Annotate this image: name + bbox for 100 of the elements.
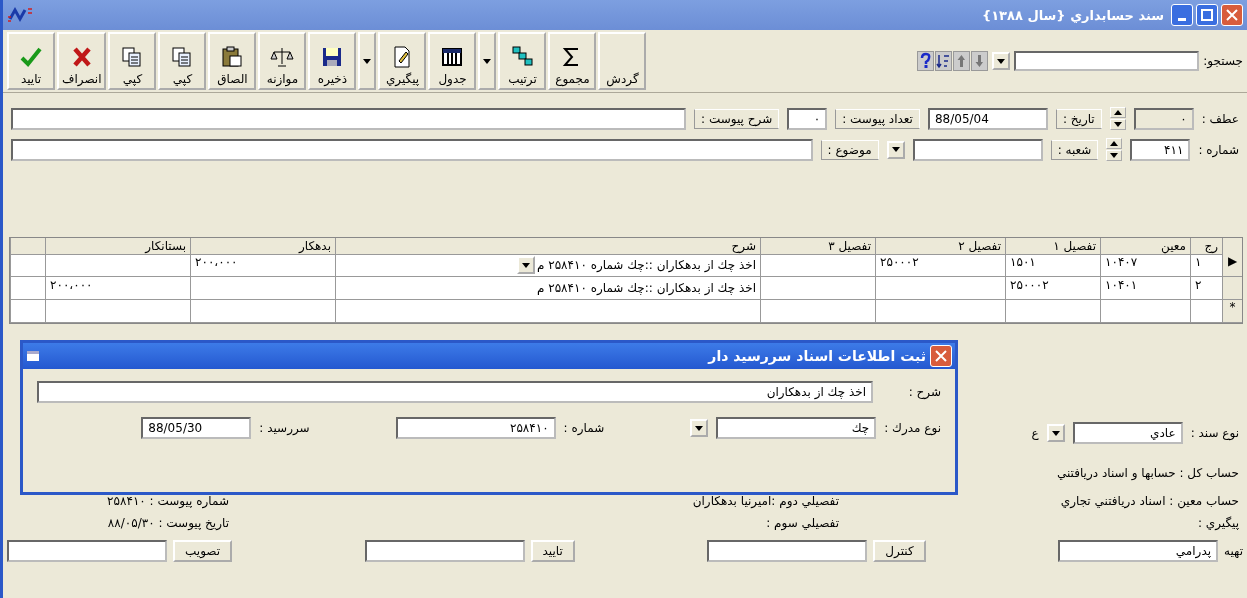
window-icon bbox=[26, 350, 40, 362]
text-field[interactable]: 88/05/04 bbox=[927, 107, 1048, 130]
spin-up-button[interactable] bbox=[1109, 107, 1126, 118]
text-field[interactable]: اخذ چك از بدهكاران bbox=[37, 381, 873, 403]
toolbar-button[interactable]: مجموع bbox=[548, 32, 597, 90]
column-header[interactable]: شرح bbox=[335, 238, 760, 255]
help-icon[interactable] bbox=[917, 51, 935, 71]
table-cell: ۲۰۰،۰۰۰ bbox=[190, 254, 335, 277]
dropdown-button[interactable] bbox=[516, 256, 535, 274]
field-label: سررسيد : bbox=[259, 421, 310, 435]
text-field[interactable] bbox=[11, 107, 687, 130]
table-cell: ۲ bbox=[1190, 277, 1222, 300]
toolbar-button[interactable]: تاييد bbox=[7, 32, 55, 90]
caret-icon bbox=[1051, 430, 1060, 436]
window-title: سند حسابداري {سال ۱۳۸۸} bbox=[981, 7, 1164, 23]
field-label: نوع سند : bbox=[1190, 426, 1239, 440]
caret-icon bbox=[363, 58, 372, 64]
info-text: تفصيلي سوم : bbox=[766, 516, 839, 530]
close-icon bbox=[1226, 9, 1238, 21]
table-cell: ۱۰۴۰۱ bbox=[1100, 277, 1190, 300]
info-text: تفصيلي دوم :اميرنيا بدهکاران bbox=[692, 494, 839, 508]
table-cell bbox=[10, 277, 45, 300]
account-text: حساب کل : حسابها و اسناد دريافتني bbox=[1056, 466, 1239, 480]
info-text: حساب معين : اسناد دريافتني تجاري bbox=[1060, 494, 1239, 508]
table-cell: اخذ چك از بدهكاران ::چك شماره ۲۵۸۴۱۰ م bbox=[335, 254, 760, 277]
dropdown-button[interactable] bbox=[1046, 424, 1065, 442]
info-text: پيگيري : bbox=[1197, 516, 1239, 530]
close-button[interactable] bbox=[930, 345, 952, 367]
text-field[interactable] bbox=[912, 138, 1043, 161]
caret-icon bbox=[521, 262, 530, 268]
caret-icon bbox=[891, 147, 900, 152]
text-field[interactable]: ۴۱۱ bbox=[1130, 138, 1191, 161]
header-cell bbox=[10, 238, 45, 255]
table-cell bbox=[10, 254, 45, 277]
clipboard-icon bbox=[220, 45, 245, 69]
close-button[interactable] bbox=[1221, 4, 1243, 26]
field-label: تهيه bbox=[1224, 544, 1243, 558]
text-field[interactable]: ۲۵۸۴۱۰ bbox=[395, 417, 556, 439]
dropdown-button[interactable] bbox=[690, 419, 709, 437]
table-cell: ۲۰۰،۰۰۰ bbox=[45, 277, 190, 300]
column-header[interactable]: بدهکار bbox=[190, 238, 335, 255]
row-marker[interactable] bbox=[1222, 277, 1242, 300]
column-header[interactable]: تفصيل ۳ bbox=[760, 238, 875, 255]
table-cell bbox=[10, 300, 45, 323]
toolbar-button[interactable]: الصاق bbox=[208, 32, 257, 90]
stack-icon bbox=[510, 45, 535, 69]
footer-button[interactable]: تصويب bbox=[173, 540, 233, 562]
close-icon bbox=[935, 350, 947, 362]
check-icon bbox=[19, 45, 43, 69]
spin-up-button[interactable] bbox=[1106, 138, 1123, 149]
scale-icon bbox=[270, 45, 295, 69]
column-header[interactable]: بستانکار bbox=[45, 238, 190, 255]
toolbar-button[interactable]: کپي bbox=[108, 32, 157, 90]
table-cell bbox=[1190, 300, 1222, 323]
toolbar-button[interactable]: گردش bbox=[598, 32, 647, 90]
column-header[interactable]: معين bbox=[1100, 238, 1190, 255]
spin-down-button[interactable] bbox=[1109, 119, 1126, 130]
text-field[interactable] bbox=[707, 540, 868, 562]
text-field[interactable]: چك bbox=[716, 417, 877, 439]
maximize-button[interactable] bbox=[1196, 4, 1218, 26]
table-cell: اخذ چك از بدهكاران ::چك شماره ۲۵۸۴۱۰ م bbox=[335, 277, 760, 300]
text-field[interactable] bbox=[7, 540, 167, 562]
field-label: نوع مدرك : bbox=[884, 421, 941, 435]
search-field[interactable] bbox=[1014, 51, 1200, 71]
table-cell: ۲۵۰۰۰۲ bbox=[875, 254, 1005, 277]
search-label: جستجو: bbox=[1203, 54, 1243, 68]
toolbar-button[interactable]: ترتيب bbox=[498, 32, 547, 90]
caret-icon bbox=[1113, 122, 1122, 127]
toolbar-button[interactable]: ذخيره bbox=[308, 32, 357, 90]
toolbar-button[interactable]: موازنه bbox=[258, 32, 307, 90]
text-field[interactable]: ۰ bbox=[787, 107, 828, 130]
text-field[interactable]: 88/05/30 bbox=[141, 417, 252, 439]
column-header[interactable]: تفصيل ۲ bbox=[875, 238, 1005, 255]
field-label: شرح : bbox=[907, 385, 941, 399]
info-text: شماره پيوست : ۲۵۸۴۱۰ bbox=[107, 494, 229, 508]
table-cell: ۱۵۰۱ bbox=[1005, 254, 1100, 277]
text-field[interactable]: پدرامي bbox=[1058, 540, 1219, 562]
dropdown-button[interactable] bbox=[992, 52, 1011, 70]
column-header[interactable]: تفصيل ۱ bbox=[1005, 238, 1100, 255]
spin-down-button[interactable] bbox=[1106, 150, 1123, 161]
text-field[interactable]: عادي bbox=[1072, 422, 1183, 444]
dropdown-button[interactable] bbox=[886, 140, 905, 159]
toolbar-button[interactable]: جدول bbox=[428, 32, 477, 90]
table-icon bbox=[440, 45, 465, 69]
field-label: ع bbox=[1031, 426, 1039, 440]
row-marker[interactable]: * bbox=[1222, 300, 1242, 323]
text-field[interactable] bbox=[364, 540, 525, 562]
toolbar-button[interactable]: انصراف bbox=[57, 32, 107, 90]
footer-button[interactable]: کنترل bbox=[873, 540, 926, 562]
text-field[interactable] bbox=[11, 138, 813, 161]
footer-button[interactable]: تاييد bbox=[530, 540, 575, 562]
sort-icon[interactable] bbox=[935, 51, 953, 71]
info-text: تاريخ پيوست : ۸۸/۰۵/۳۰ bbox=[107, 516, 229, 530]
row-marker[interactable]: ▶ bbox=[1222, 254, 1242, 277]
caret-icon bbox=[1110, 153, 1119, 158]
toolbar-button[interactable]: کپي bbox=[158, 32, 207, 90]
table-cell: ۱۰۴۰۷ bbox=[1100, 254, 1190, 277]
column-header[interactable]: رج bbox=[1190, 238, 1222, 255]
toolbar-button[interactable]: پيگيري bbox=[378, 32, 427, 90]
minimize-button[interactable] bbox=[1171, 4, 1193, 26]
